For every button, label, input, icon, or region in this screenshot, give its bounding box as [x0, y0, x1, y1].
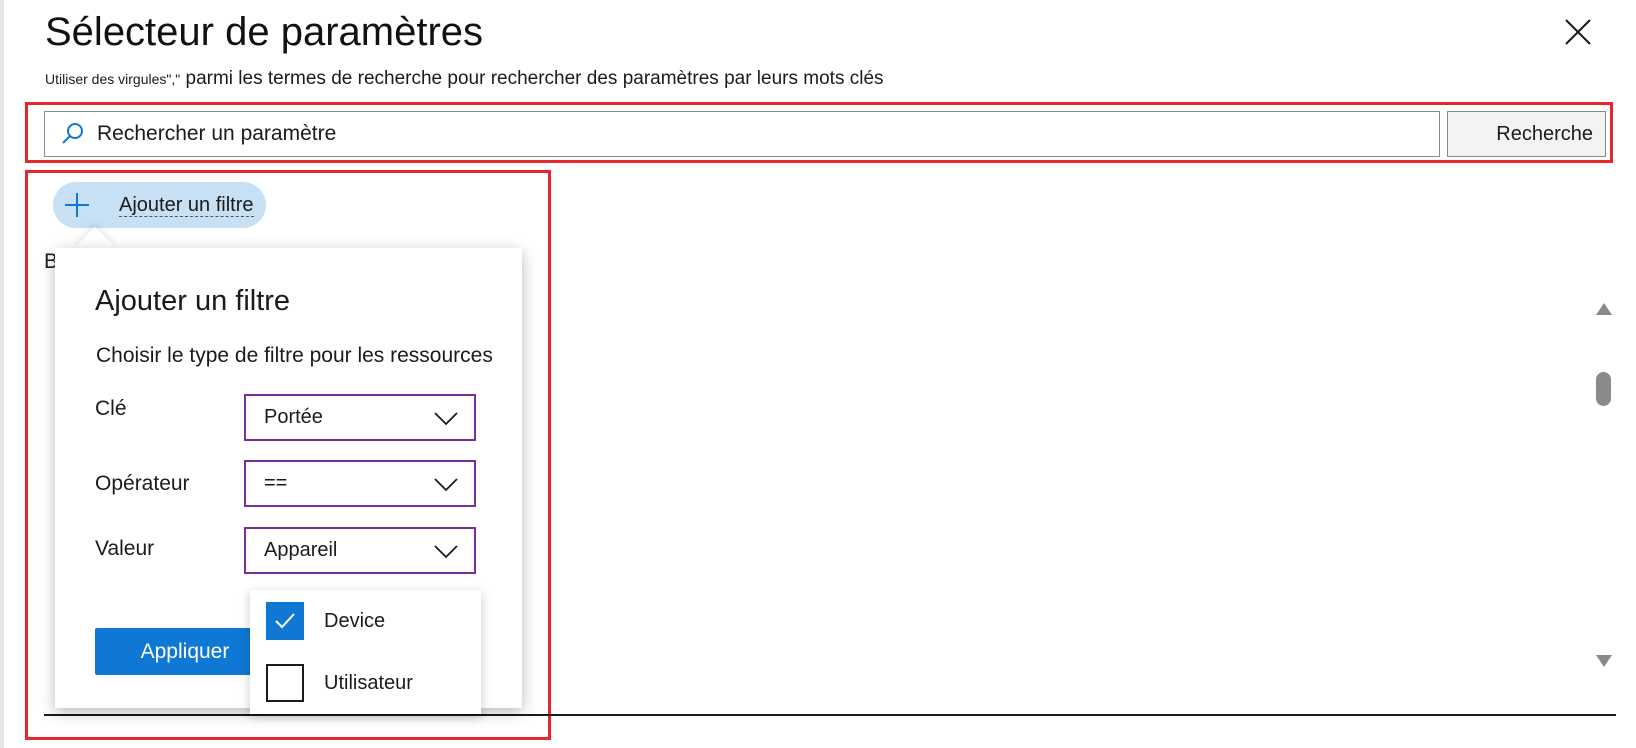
- value-label: Valeur: [95, 537, 155, 560]
- checkmark-icon: [275, 613, 295, 629]
- apply-button[interactable]: Appliquer: [95, 628, 275, 675]
- scroll-up-icon[interactable]: [1594, 300, 1614, 318]
- close-button[interactable]: [1560, 14, 1596, 50]
- add-filter-label: Ajouter un filtre: [119, 193, 254, 217]
- popover-description: Choisir le type de filtre pour les resso…: [96, 344, 493, 367]
- search-button[interactable]: Recherche: [1447, 111, 1606, 157]
- option-user[interactable]: Utilisateur: [250, 652, 481, 714]
- popover-title: Ajouter un filtre: [95, 285, 291, 317]
- option-label: Device: [324, 609, 386, 632]
- subtitle-rest: parmi les termes de recherche pour reche…: [185, 68, 884, 89]
- key-label: Clé: [95, 397, 127, 420]
- divider: [44, 714, 1616, 716]
- scroll-down-icon[interactable]: [1594, 652, 1614, 670]
- page-subtitle: Utiliser des virgules"," parmi les terme…: [45, 68, 884, 90]
- value-value: Appareil: [264, 539, 338, 561]
- chevron-down-icon: [434, 544, 458, 558]
- search-icon: [62, 123, 83, 144]
- key-dropdown[interactable]: Portée: [244, 394, 476, 441]
- plus-icon: [65, 193, 89, 217]
- add-filter-button[interactable]: Ajouter un filtre: [53, 182, 266, 228]
- user-checkbox[interactable]: [266, 664, 304, 702]
- option-label: Utilisateur: [324, 671, 413, 694]
- search-placeholder: Rechercher un paramètre: [97, 122, 337, 145]
- search-input[interactable]: Rechercher un paramètre: [44, 111, 1440, 157]
- operator-dropdown[interactable]: ==: [244, 460, 476, 507]
- key-value: Portée: [264, 406, 323, 428]
- chevron-down-icon: [434, 477, 458, 491]
- option-device[interactable]: Device: [250, 590, 481, 652]
- operator-value: ==: [264, 472, 288, 494]
- value-option-list: Device Utilisateur: [250, 590, 481, 714]
- left-edge: [0, 0, 4, 748]
- close-icon: [1565, 19, 1591, 45]
- chevron-down-icon: [434, 411, 458, 425]
- value-dropdown[interactable]: Appareil: [244, 527, 476, 574]
- subtitle-quote: ",": [166, 71, 181, 87]
- page-title: Sélecteur de paramètres: [45, 10, 484, 54]
- operator-label: Opérateur: [95, 472, 190, 495]
- device-checkbox[interactable]: [266, 602, 304, 640]
- subtitle-prefix: Utiliser des virgules: [45, 71, 167, 87]
- scrollbar-thumb[interactable]: [1596, 372, 1611, 406]
